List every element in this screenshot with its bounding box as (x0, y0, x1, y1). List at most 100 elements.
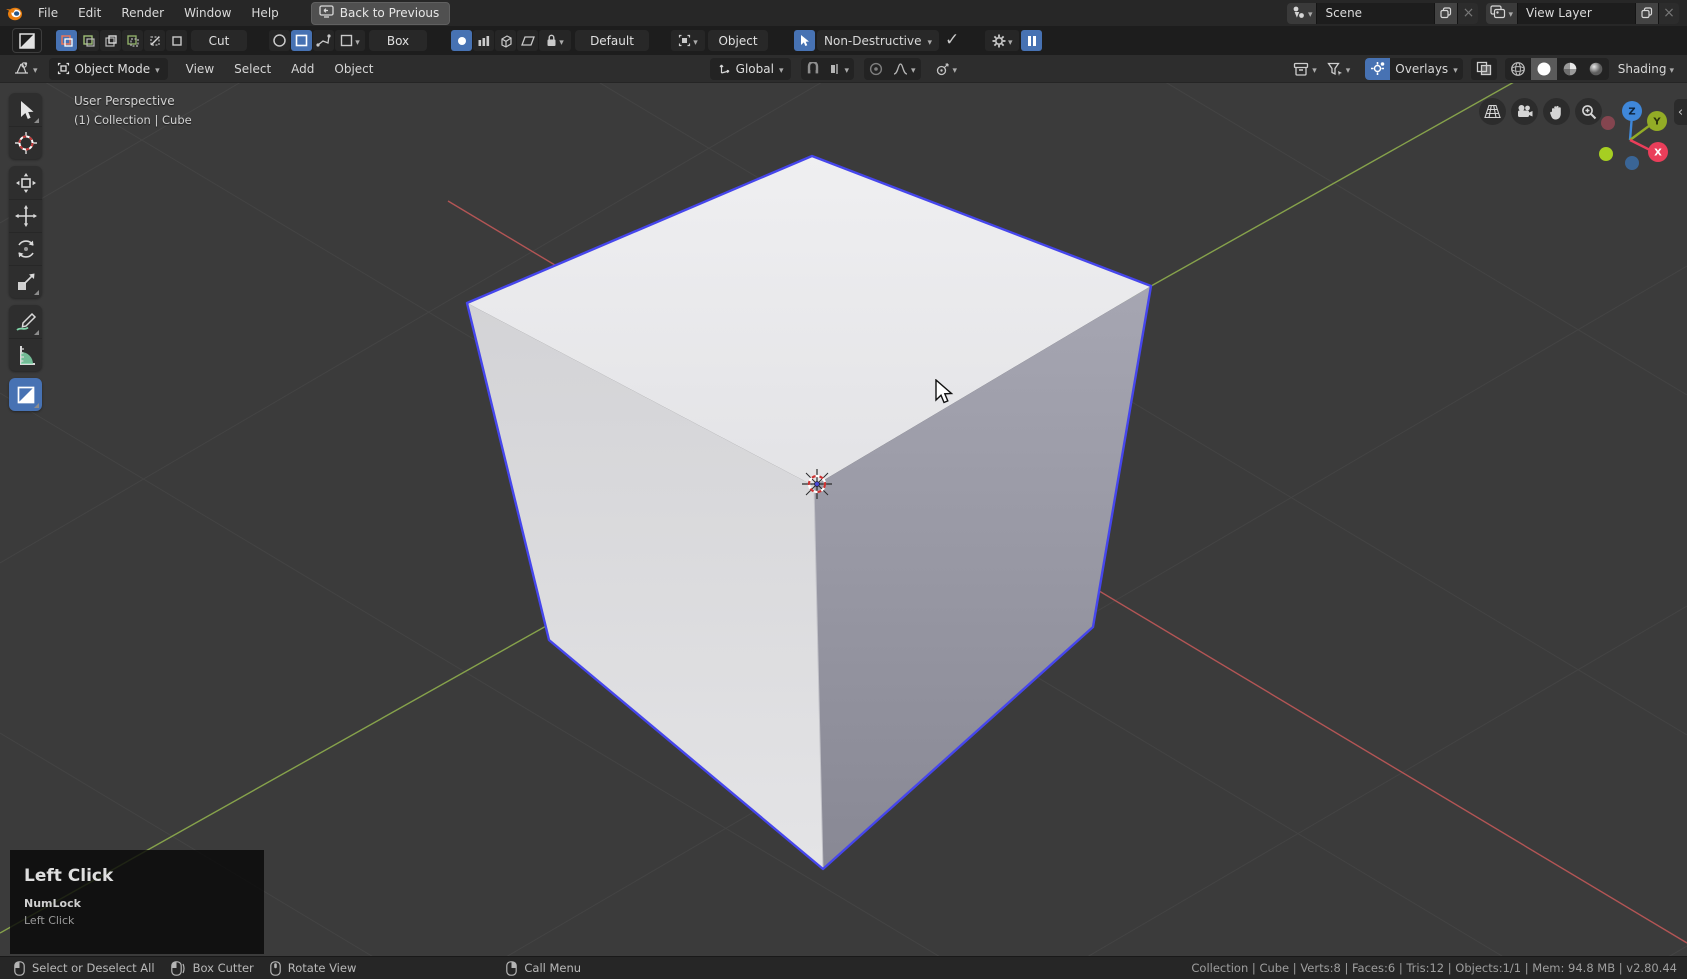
annotate-tool-button[interactable] (9, 305, 42, 338)
hint-select-label: Select or Deselect All (32, 961, 155, 975)
menu-help[interactable]: Help (241, 0, 288, 26)
gizmos-toggle[interactable] (1365, 58, 1390, 80)
pan-view-button[interactable] (1543, 98, 1570, 125)
grid-perspective-icon (1484, 104, 1501, 119)
overlays-dropdown[interactable]: Overlays (1390, 58, 1462, 80)
perspective-toggle-button[interactable] (1479, 98, 1506, 125)
transform-icon (15, 172, 37, 194)
settings-gear-dropdown[interactable] (985, 30, 1019, 51)
menu-file[interactable]: File (28, 0, 68, 26)
pivot-mode-dropdown[interactable] (671, 30, 705, 51)
rotate-tool-button[interactable] (9, 232, 42, 265)
gizmo-y-axis-ball[interactable]: Y (1647, 111, 1667, 131)
boxcutter-tool-button[interactable] (9, 378, 42, 411)
mode-knife-button[interactable] (144, 30, 165, 51)
view-layer-remove-button[interactable] (1658, 3, 1679, 24)
navigation-gizmo[interactable]: Z Y X (1596, 93, 1678, 175)
shape-label[interactable]: Box (369, 30, 427, 51)
gizmo-z-axis-ball[interactable]: Z (1622, 101, 1642, 121)
snap-settings-dropdown[interactable] (825, 58, 854, 80)
menu-edit[interactable]: Edit (68, 0, 111, 26)
mode-dropdown[interactable]: Object Mode (49, 58, 168, 80)
scene-browse-button[interactable] (1287, 3, 1317, 24)
top-menu-bar: File Edit Render Window Help Back to Pre… (0, 0, 1687, 26)
proportional-editing-toggle[interactable] (864, 58, 888, 80)
viewport-canvas[interactable]: User Perspective (1) Collection | Cube (0, 83, 1687, 956)
tool-settings-bar: Cut Box (0, 26, 1687, 55)
lock-dropdown[interactable] (539, 30, 571, 51)
shading-material-button[interactable] (1557, 58, 1583, 80)
snap-toggle[interactable] (801, 58, 825, 80)
pause-icon (1027, 35, 1037, 47)
gizmo-negative-z-dot[interactable] (1625, 156, 1639, 170)
cube-object[interactable] (467, 156, 1151, 869)
xray-toggle[interactable] (1471, 58, 1497, 80)
workflow-dropdown[interactable]: Non-Destructive (817, 30, 939, 51)
proportional-circle-icon (869, 62, 883, 76)
view-layer-new-copy-button[interactable] (1635, 3, 1658, 24)
gizmo-x-axis-ball[interactable]: X (1648, 142, 1668, 162)
cursor-tool-button[interactable] (9, 126, 42, 159)
filter-dropdown[interactable] (1322, 58, 1356, 80)
shading-wireframe-button[interactable] (1505, 58, 1531, 80)
mode-slice-button[interactable] (78, 30, 99, 51)
dot-toggle-button[interactable] (451, 30, 472, 51)
hint-select: Select or Deselect All (14, 961, 155, 976)
camera-view-button[interactable] (1511, 98, 1538, 125)
pivot-target-label[interactable]: Object (708, 30, 768, 51)
shading-solid-button[interactable] (1531, 58, 1557, 80)
scene-new-copy-button[interactable] (1434, 3, 1457, 24)
transform-tool-button[interactable] (9, 166, 42, 199)
move-tool-button[interactable] (9, 199, 42, 232)
menu-object[interactable]: Object (324, 55, 383, 83)
circle-shape-button[interactable] (269, 30, 290, 51)
apply-checkbox[interactable] (945, 32, 959, 49)
shading-label: Shading (1618, 62, 1667, 76)
editor-type-dropdown[interactable] (8, 58, 43, 80)
ngon-shape-button[interactable] (313, 30, 334, 51)
mode-join-button[interactable] (122, 30, 143, 51)
pivot-point-dropdown[interactable] (931, 58, 963, 80)
view-layer-name-field[interactable]: View Layer (1517, 3, 1635, 24)
blender-logo-icon[interactable] (0, 4, 28, 22)
sidebar-toggle-tab[interactable] (1674, 99, 1687, 125)
cube-icon-button[interactable] (495, 30, 516, 51)
active-tool-icon-button[interactable] (12, 28, 42, 53)
custom-shape-dropdown[interactable] (335, 30, 365, 51)
gizmo-negative-y-dot[interactable] (1599, 147, 1613, 161)
behavior-label[interactable]: Default (575, 30, 649, 51)
scene-name-field[interactable]: Scene (1316, 3, 1434, 24)
view-layer-browse-button[interactable] (1486, 3, 1517, 24)
scene-unlink-button[interactable] (1457, 3, 1478, 24)
chevron-down-icon (1508, 6, 1513, 20)
menu-select[interactable]: Select (224, 55, 281, 83)
shading-rendered-button[interactable] (1583, 58, 1609, 80)
gizmo-negative-x-dot[interactable] (1601, 116, 1615, 130)
rotate-icon (15, 238, 37, 260)
mode-cut-button[interactable] (56, 30, 77, 51)
proportional-falloff-dropdown[interactable] (888, 58, 921, 80)
menu-add[interactable]: Add (281, 55, 324, 83)
scale-icon (15, 271, 37, 293)
plane-icon-button[interactable] (517, 30, 538, 51)
transform-orientation-dropdown[interactable]: Global (710, 58, 792, 80)
box-shape-button[interactable] (291, 30, 312, 51)
back-to-previous-button[interactable]: Back to Previous (311, 2, 451, 25)
measure-tool-button[interactable] (9, 338, 42, 371)
workflow-cursor-button[interactable] (794, 30, 815, 51)
mode-make-button[interactable] (166, 30, 187, 51)
pause-button[interactable] (1021, 30, 1042, 51)
menu-render[interactable]: Render (111, 0, 174, 26)
object-types-visibility-dropdown[interactable] (1288, 58, 1322, 80)
mode-inset-button[interactable] (100, 30, 121, 51)
select-tool-button[interactable] (9, 93, 42, 126)
scale-tool-button[interactable] (9, 265, 42, 298)
annotate-pen-icon (15, 311, 37, 333)
bars-icon-button[interactable] (473, 30, 494, 51)
menu-view[interactable]: View (176, 55, 224, 83)
falloff-curve-icon (893, 63, 908, 75)
menu-window[interactable]: Window (174, 0, 241, 26)
chevron-down-icon (1308, 6, 1313, 20)
shading-dropdown[interactable]: Shading (1613, 58, 1679, 80)
operation-mode-label[interactable]: Cut (191, 30, 247, 51)
